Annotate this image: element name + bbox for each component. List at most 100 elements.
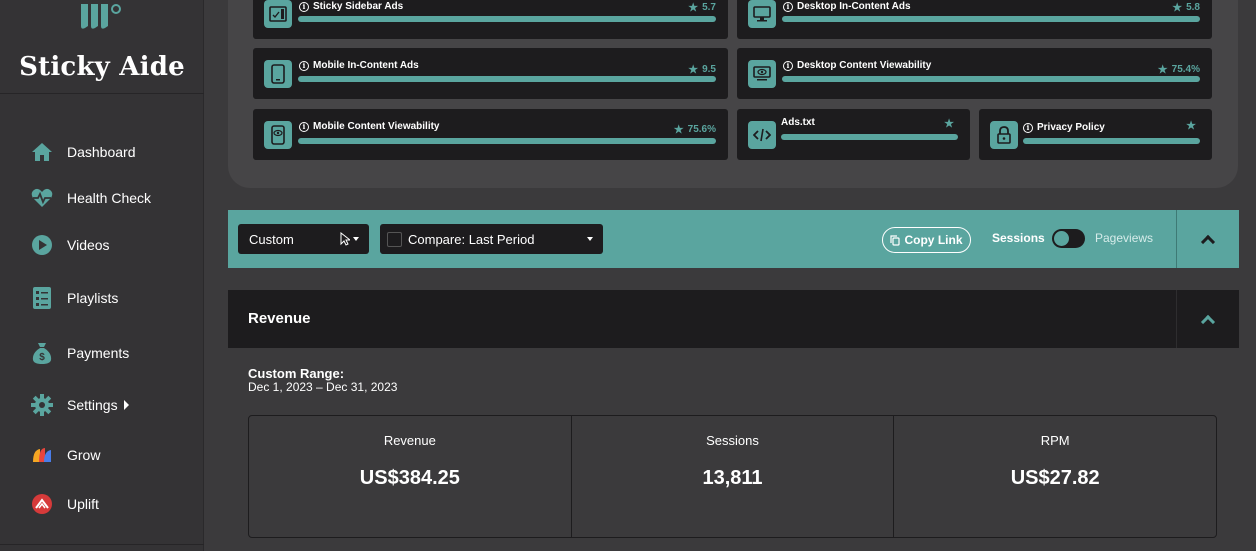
star-icon: ★	[1157, 64, 1168, 76]
copy-link-label: Copy Link	[904, 233, 963, 247]
info-icon[interactable]: i	[299, 1, 309, 12]
metric-value: US$27.82	[1010, 467, 1100, 489]
collapse-filter-button[interactable]	[1177, 210, 1239, 268]
tile-ads-txt[interactable]: Ads.txt ★	[737, 109, 970, 160]
tile-name: i Mobile In-Content Ads	[299, 60, 419, 71]
info-icon[interactable]: i	[299, 121, 309, 132]
pageviews-label: Pageviews	[1095, 231, 1154, 245]
star-icon: ★	[1172, 2, 1183, 14]
compare-select[interactable]: Compare: Last Period	[380, 224, 603, 254]
info-icon[interactable]: i	[299, 60, 309, 71]
desktop-eye-icon	[748, 60, 776, 88]
tile-desktop-in-content-ads[interactable]: i Desktop In-Content Ads ★ 5.8	[737, 0, 1212, 39]
compare-select-value: Compare: Last Period	[408, 231, 535, 247]
metrics-summary: Revenue US$384.25 Sessions 13,811 RPM US…	[248, 415, 1217, 538]
desktop-icon	[748, 0, 776, 28]
play-icon	[30, 233, 54, 257]
metric-value: 13,811	[702, 467, 763, 489]
grow-logo-icon	[30, 443, 54, 467]
chevron-up-icon	[1200, 234, 1216, 250]
date-range-select-value: Custom	[249, 231, 294, 247]
tile-privacy-policy[interactable]: i Privacy Policy ★	[979, 109, 1212, 160]
tile-progress-bar	[298, 76, 716, 82]
tile-progress-bar	[782, 76, 1200, 82]
info-icon[interactable]: i	[1023, 122, 1033, 133]
tile-name: i Sticky Sidebar Ads	[299, 1, 403, 12]
range-value: Dec 1, 2023 – Dec 31, 2023	[248, 380, 398, 394]
lock-icon	[990, 121, 1018, 149]
caret-right-icon	[123, 400, 129, 410]
collapse-revenue-button[interactable]	[1177, 290, 1239, 348]
metric-label: RPM	[1040, 433, 1070, 448]
sidebar-item-label: Settings	[67, 397, 118, 413]
tile-mobile-in-content-ads[interactable]: i Mobile In-Content Ads ★ 9.5	[253, 48, 728, 99]
sidebar-ad-icon	[264, 0, 292, 28]
tile-sticky-sidebar-ads[interactable]: i Sticky Sidebar Ads ★ 5.7	[253, 0, 728, 39]
tile-score: ★ 5.7	[688, 2, 716, 14]
compare-checkbox[interactable]	[387, 231, 402, 247]
sidebar-item-dashboard[interactable]: Dashboard	[30, 137, 136, 167]
metric-rpm: RPM US$27.82	[894, 416, 1216, 537]
tile-progress-bar	[782, 16, 1200, 22]
logo-icon[interactable]	[78, 0, 126, 34]
metric-value: US$384.25	[359, 467, 460, 489]
chevron-down-icon	[353, 237, 359, 241]
info-icon[interactable]: i	[783, 1, 793, 12]
sidebar-item-health-check[interactable]: Health Check	[30, 183, 151, 213]
star-icon: ★	[1186, 120, 1196, 132]
tile-name: i Desktop Content Viewability	[783, 60, 931, 71]
tile-desktop-content-viewability[interactable]: i Desktop Content Viewability ★ 75.4%	[737, 48, 1212, 99]
tile-name: i Desktop In-Content Ads	[783, 1, 911, 12]
toggle-knob	[1054, 231, 1069, 246]
tile-score: ★ 75.6%	[673, 124, 716, 136]
cursor-pointer-icon	[340, 232, 350, 246]
star-icon: ★	[673, 124, 684, 136]
mobile-icon	[264, 60, 292, 88]
sidebar-item-payments[interactable]: $ Payments	[30, 338, 129, 368]
revenue-header	[228, 290, 1239, 348]
sidebar-item-settings[interactable]: Settings	[30, 390, 129, 420]
sessions-pageviews-toggle[interactable]	[1052, 229, 1085, 248]
sidebar-item-videos[interactable]: Videos	[30, 230, 110, 260]
uplift-logo-icon	[30, 492, 54, 516]
date-range-select[interactable]: Custom	[238, 224, 369, 254]
range-label: Custom Range:	[248, 366, 345, 381]
sidebar-item-label: Dashboard	[67, 144, 136, 160]
sidebar-item-label: Health Check	[67, 190, 152, 206]
info-icon[interactable]: i	[783, 60, 793, 71]
sidebar-item-grow[interactable]: Grow	[30, 440, 100, 470]
tile-progress-bar	[781, 134, 958, 140]
copy-link-button[interactable]: Copy Link	[882, 227, 971, 253]
sidebar-divider	[0, 93, 204, 94]
tile-score: ★ 5.8	[1172, 2, 1200, 14]
chevron-up-icon	[1200, 314, 1216, 330]
mobile-eye-icon	[264, 121, 292, 149]
star-icon: ★	[688, 64, 699, 76]
metric-revenue: Revenue US$384.25	[249, 416, 572, 537]
svg-text:$: $	[39, 352, 45, 363]
tile-score: ★	[1186, 119, 1200, 132]
gear-icon	[30, 393, 54, 417]
tile-name: Ads.txt	[781, 117, 815, 128]
sidebar-item-uplift[interactable]: Uplift	[30, 489, 99, 519]
code-icon	[748, 121, 776, 149]
metric-sessions: Sessions 13,811	[572, 416, 895, 537]
tile-name: i Mobile Content Viewability	[299, 121, 440, 132]
tile-progress-bar	[1023, 138, 1200, 144]
metric-label: Sessions	[706, 433, 759, 448]
money-bag-icon: $	[30, 341, 54, 365]
sidebar-item-label: Playlists	[67, 290, 119, 306]
sidebar-item-label: Grow	[67, 447, 101, 463]
sidebar-item-playlists[interactable]: Playlists	[30, 283, 118, 313]
tile-progress-bar	[298, 138, 716, 144]
sidebar-item-label: Payments	[67, 345, 130, 361]
sidebar-item-label: Uplift	[67, 496, 99, 512]
brand-name[interactable]: Sticky Aide	[0, 52, 204, 82]
sidebar: Sticky Aide Dashboard Health Check Video…	[0, 0, 204, 551]
star-icon: ★	[944, 118, 954, 130]
sidebar-item-label: Videos	[67, 237, 110, 253]
app-root: Sticky Aide Dashboard Health Check Video…	[0, 0, 1256, 551]
tile-score: ★ 75.4%	[1157, 64, 1200, 76]
star-icon: ★	[688, 2, 699, 14]
tile-mobile-content-viewability[interactable]: i Mobile Content Viewability ★ 75.6%	[253, 109, 728, 160]
